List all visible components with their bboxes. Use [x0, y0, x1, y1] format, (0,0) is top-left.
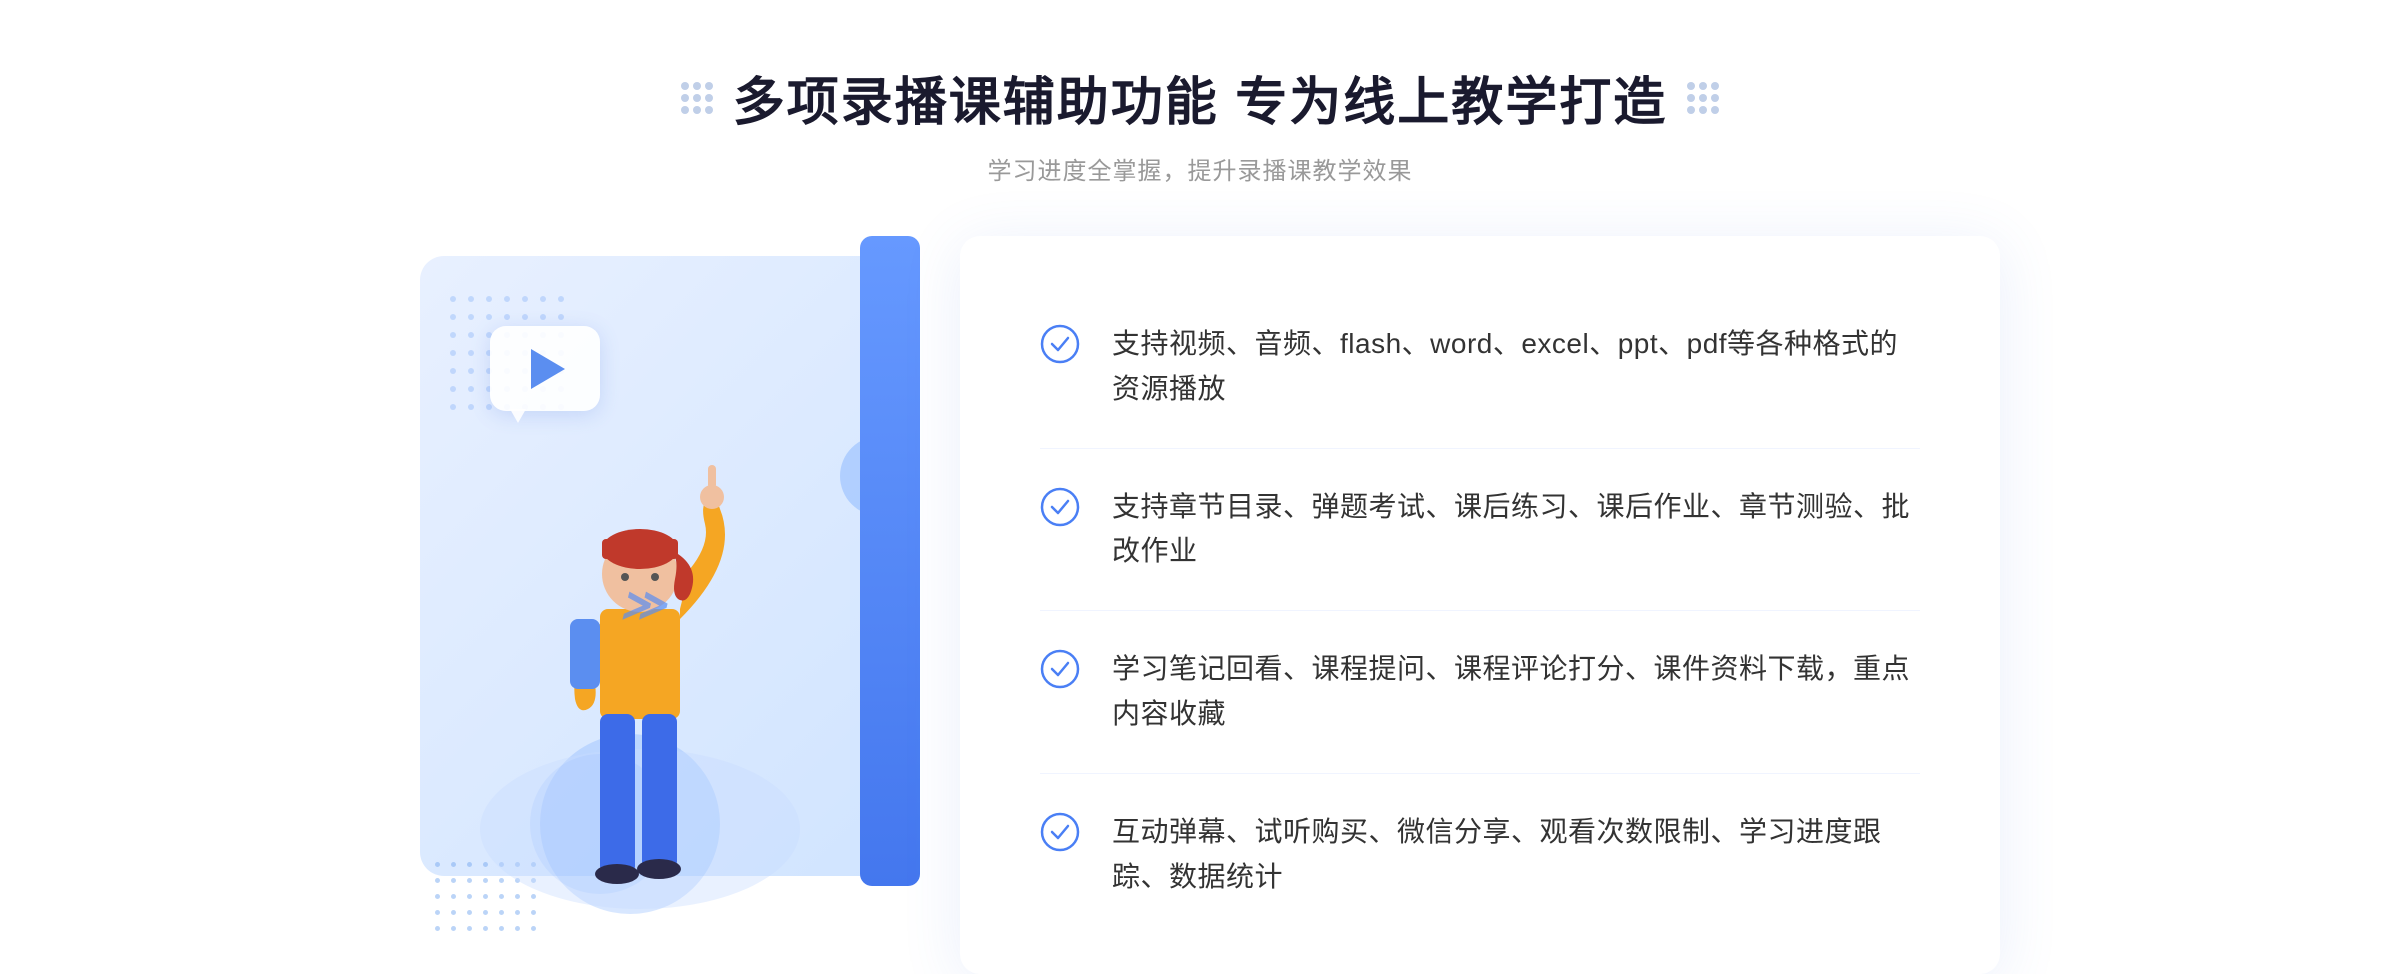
play-button-area [490, 326, 610, 426]
left-chevron-decoration: ≫ [620, 580, 666, 631]
page-subtitle: 学习进度全掌握，提升录播课教学效果 [681, 151, 1719, 186]
right-dots-decoration [1687, 82, 1719, 114]
person-illustration [470, 409, 810, 974]
blue-bar-decoration [860, 236, 920, 886]
header-title-row: 多项录播课辅助功能 专为线上教学打造 [681, 60, 1719, 135]
feature-text-4: 互动弹幕、试听购买、微信分享、观看次数限制、学习进度跟踪、数据统计 [1112, 810, 1920, 900]
page-container: 多项录播课辅助功能 专为线上教学打造 学习进度全掌握，提升录播课教学效果 [0, 0, 2400, 974]
header-section: 多项录播课辅助功能 专为线上教学打造 学习进度全掌握，提升录播课教学效果 [681, 60, 1719, 186]
features-area: 支持视频、音频、flash、word、excel、ppt、pdf等各种格式的资源… [960, 236, 2000, 974]
check-icon-1 [1040, 324, 1080, 364]
left-dots-decoration [681, 82, 713, 114]
illustration-area [400, 236, 980, 974]
feature-item-4: 互动弹幕、试听购买、微信分享、观看次数限制、学习进度跟踪、数据统计 [1040, 774, 1920, 936]
check-icon-3 [1040, 649, 1080, 689]
speech-bubble [490, 326, 600, 411]
page-title: 多项录播课辅助功能 专为线上教学打造 [733, 60, 1667, 135]
feature-item-2: 支持章节目录、弹题考试、课后练习、课后作业、章节测验、批改作业 [1040, 449, 1920, 612]
check-icon-2 [1040, 487, 1080, 527]
feature-text-2: 支持章节目录、弹题考试、课后练习、课后作业、章节测验、批改作业 [1112, 485, 1920, 575]
main-content: ≫ 支持视频、音频、flash、word、excel、ppt、pdf等各种格式的… [400, 236, 2000, 974]
feature-item-3: 学习笔记回看、课程提问、课程评论打分、课件资料下载，重点内容收藏 [1040, 611, 1920, 774]
feature-item-1: 支持视频、音频、flash、word、excel、ppt、pdf等各种格式的资源… [1040, 286, 1920, 449]
play-icon [531, 349, 565, 389]
feature-text-1: 支持视频、音频、flash、word、excel、ppt、pdf等各种格式的资源… [1112, 322, 1920, 412]
check-icon-4 [1040, 812, 1080, 852]
feature-text-3: 学习笔记回看、课程提问、课程评论打分、课件资料下载，重点内容收藏 [1112, 647, 1920, 737]
